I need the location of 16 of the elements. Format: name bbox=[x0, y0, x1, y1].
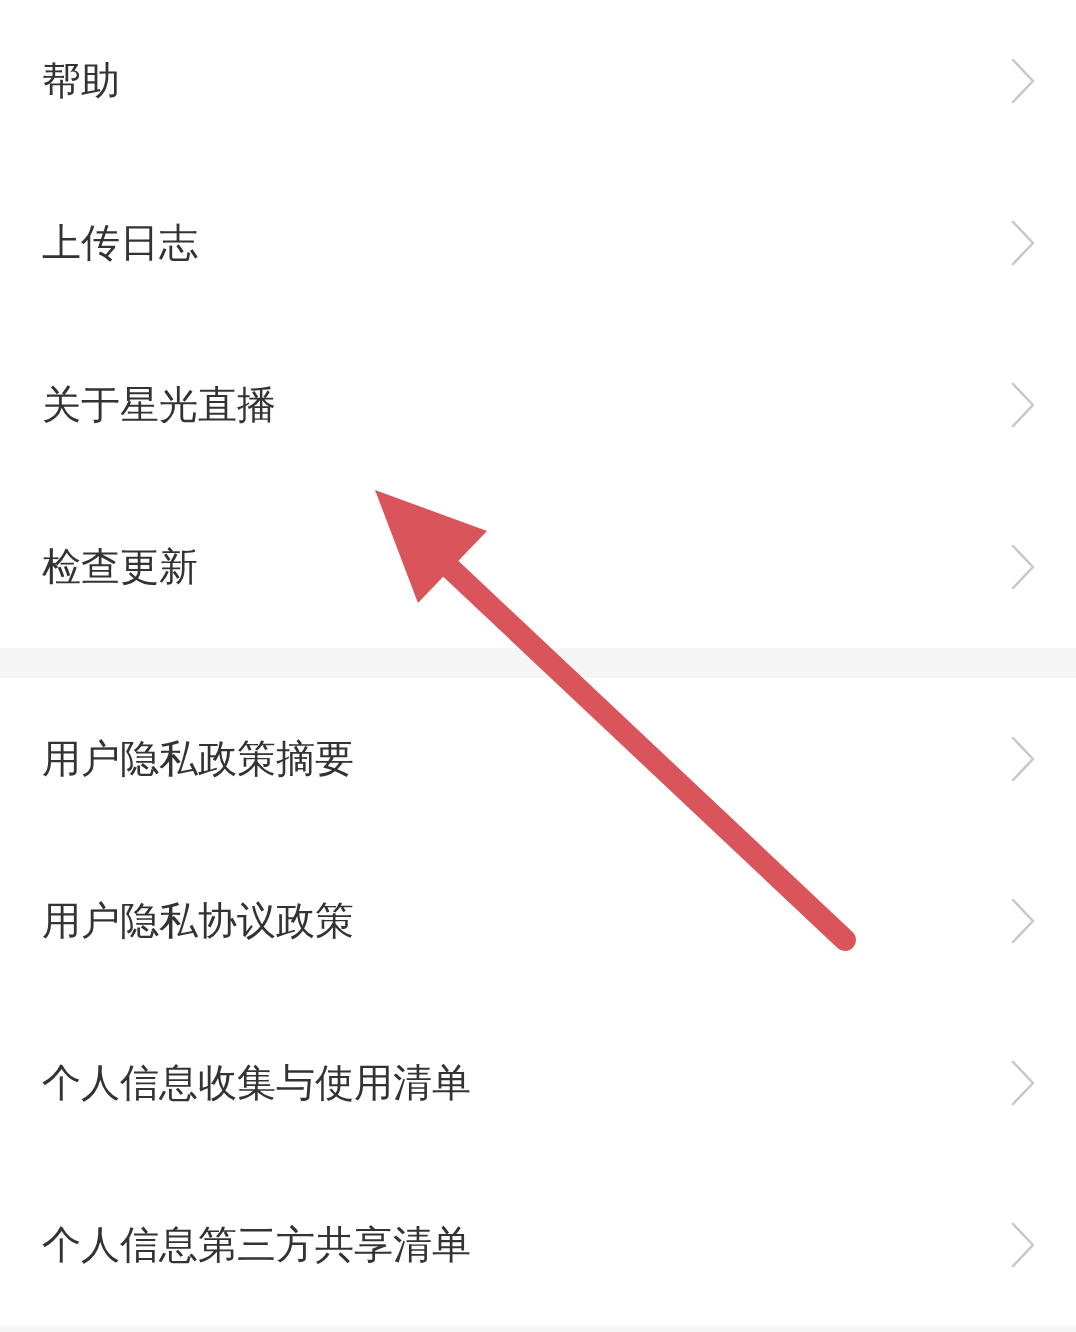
chevron-right-icon bbox=[1010, 57, 1036, 105]
menu-item[interactable]: 上传日志 bbox=[42, 216, 198, 270]
chevron-right-icon bbox=[1010, 1059, 1036, 1107]
chevron-right-icon bbox=[1010, 735, 1036, 783]
chevron-right-icon bbox=[1010, 381, 1036, 429]
chevron-right-icon bbox=[1010, 543, 1036, 591]
menu-item[interactable]: 检查更新 bbox=[42, 540, 198, 594]
chevron-right-icon bbox=[1010, 897, 1036, 945]
menu-item[interactable]: 帮助 bbox=[42, 54, 120, 108]
chevron-right-icon bbox=[1010, 1221, 1036, 1269]
menu-item[interactable]: 用户隐私协议政策 bbox=[42, 894, 354, 948]
menu-item[interactable]: 个人信息第三方共享清单 bbox=[42, 1218, 471, 1272]
menu-item[interactable]: 关于星光直播 bbox=[42, 378, 276, 432]
chevron-right-icon bbox=[1010, 219, 1036, 267]
menu-item[interactable]: 个人信息收集与使用清单 bbox=[42, 1056, 471, 1110]
menu-item[interactable]: 用户隐私政策摘要 bbox=[42, 732, 354, 786]
